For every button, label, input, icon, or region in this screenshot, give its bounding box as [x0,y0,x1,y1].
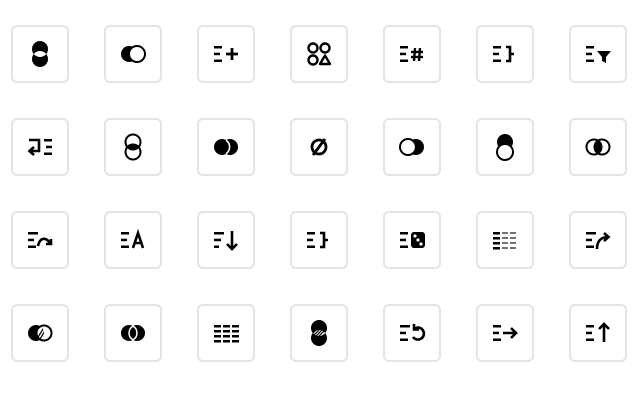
list-plus-icon [214,46,238,62]
list-bracket-icon [493,45,514,63]
shapes-icon [307,42,332,66]
intersect-vertical-outline-icon [124,133,142,161]
list-undo-icon [400,324,426,341]
intersect-vertical-icon [32,41,48,67]
tile-list-bracket-alt[interactable] [290,211,348,269]
tile-list-return[interactable] [11,118,69,176]
icon-grid [0,0,640,400]
list-dice-icon [400,232,425,248]
tile-intersect-vertical[interactable] [11,25,69,83]
list-hash-icon [400,46,423,62]
intersect-horizontal-icon [585,138,611,156]
overlap-horizontal-icon [121,325,145,341]
list-text-icon [121,228,145,249]
tile-intersect-hatched[interactable] [290,304,348,362]
list-filter-icon [586,46,611,63]
tile-list-plus[interactable] [197,25,255,83]
tile-list-sort-up[interactable] [569,304,627,362]
tile-intersect-horizontal[interactable] [569,118,627,176]
tile-list-dotted[interactable] [476,211,534,269]
tile-list-columns[interactable] [197,304,255,362]
intersect-hatched-icon [311,320,327,346]
list-dotted-icon [493,232,516,250]
tile-overlap-horizontal[interactable] [104,304,162,362]
tile-list-text[interactable] [104,211,162,269]
exclude-horizontal-icon [399,138,424,156]
list-sort-down-icon [214,231,238,251]
list-sort-up-icon [586,322,610,342]
tile-list-filter[interactable] [569,25,627,83]
tile-list-arrow-right[interactable] [476,304,534,362]
tile-empty-set[interactable] [290,118,348,176]
difference-horizontal-icon [121,45,146,63]
tile-list-share[interactable] [569,211,627,269]
subtract-top-icon [496,134,514,161]
subtract-hatched-icon [28,324,53,342]
tile-list-bracket[interactable] [476,25,534,83]
tile-exclude-horizontal[interactable] [383,118,441,176]
tile-list-dice[interactable] [383,211,441,269]
tile-list-undo[interactable] [383,304,441,362]
list-return-icon [27,138,52,156]
tile-difference-horizontal[interactable] [104,25,162,83]
tile-list-sort-down[interactable] [197,211,255,269]
tile-list-redo[interactable] [11,211,69,269]
tile-union-horizontal[interactable] [197,118,255,176]
list-columns-icon [214,325,239,343]
list-share-icon [586,232,611,250]
tile-shapes[interactable] [290,25,348,83]
union-horizontal-icon [214,139,238,155]
tile-intersect-vertical-outline[interactable] [104,118,162,176]
list-bracket-alt-icon [307,231,328,249]
tile-list-hash[interactable] [383,25,441,83]
empty-set-icon [310,138,328,156]
tile-subtract-top[interactable] [476,118,534,176]
tile-subtract-hatched[interactable] [11,304,69,362]
list-redo-icon [28,232,53,248]
list-arrow-right-icon [493,325,518,341]
